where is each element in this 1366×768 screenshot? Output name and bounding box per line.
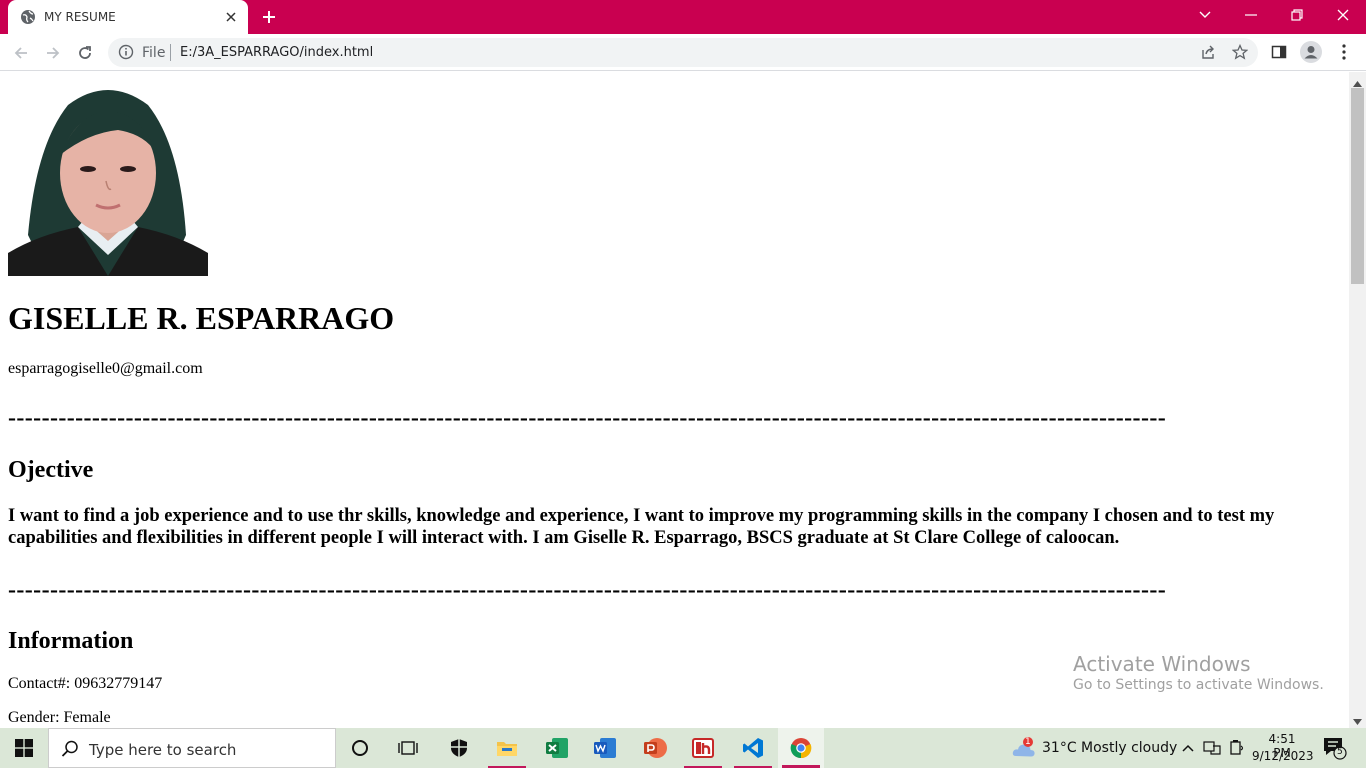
notification-count: 5 <box>1337 747 1343 757</box>
taskbar-search-box[interactable]: Type here to search <box>48 728 336 768</box>
url-scheme-label: File <box>142 45 166 61</box>
side-panel-icon[interactable] <box>1267 40 1291 64</box>
restore-button[interactable] <box>1274 0 1320 30</box>
powerpoint-icon[interactable] <box>632 728 678 768</box>
search-placeholder: Type here to search <box>89 741 237 759</box>
cortana-icon[interactable] <box>337 728 383 768</box>
language-ime-icon[interactable] <box>1202 738 1222 758</box>
section-divider: ----------------------------------------… <box>8 577 1167 603</box>
vscode-icon[interactable] <box>730 728 776 768</box>
forward-arrow-icon[interactable] <box>40 40 66 66</box>
menu-kebab-icon[interactable] <box>1332 40 1356 64</box>
excel-icon[interactable] <box>534 728 580 768</box>
page-content: GISELLE R. ESPARRAGO esparragogiselle0@g… <box>0 72 1349 728</box>
url-text[interactable]: E:/3A_ESPARRAGO/index.html <box>180 45 373 60</box>
activate-windows-title: Activate Windows <box>1073 652 1251 676</box>
bookmark-star-icon[interactable] <box>1228 40 1252 64</box>
profile-photo <box>8 85 208 276</box>
chevron-up-icon[interactable] <box>1178 738 1198 758</box>
close-button[interactable] <box>1320 0 1366 30</box>
battery-icon[interactable] <box>1227 738 1247 758</box>
info-icon[interactable] <box>118 44 134 60</box>
omnibox-separator <box>170 44 171 61</box>
scrollbar-thumb[interactable] <box>1351 88 1364 284</box>
weather-badge: 1 <box>1025 737 1031 747</box>
tab-close-icon[interactable] <box>222 8 240 26</box>
task-view-icon[interactable] <box>385 728 431 768</box>
word-icon[interactable] <box>582 728 628 768</box>
tab-title: MY RESUME <box>44 10 116 24</box>
contact-number: Contact#: 09632779147 <box>8 675 163 692</box>
new-tab-button[interactable] <box>258 6 280 28</box>
windows-start-icon[interactable] <box>0 728 48 768</box>
tab-search-icon[interactable] <box>1182 0 1228 30</box>
tab-my-resume[interactable]: MY RESUME <box>8 0 248 34</box>
objective-heading: Ojective <box>8 457 94 483</box>
globe-icon <box>20 9 36 25</box>
weather-text[interactable]: 31°C Mostly cloudy <box>1042 740 1177 756</box>
resume-email: esparragogiselle0@gmail.com <box>8 360 203 377</box>
share-icon[interactable] <box>1196 40 1220 64</box>
back-arrow-icon[interactable] <box>8 40 34 66</box>
clock-date[interactable]: 9/12/2023 <box>1252 749 1314 763</box>
profile-avatar-icon[interactable] <box>1299 40 1323 64</box>
reload-icon[interactable] <box>72 40 98 66</box>
browser-toolbar: File E:/3A_ESPARRAGO/index.html <box>0 34 1366 71</box>
vertical-scrollbar[interactable] <box>1349 72 1366 728</box>
pdf-reader-icon[interactable] <box>680 728 726 768</box>
information-heading: Information <box>8 628 134 654</box>
file-explorer-icon[interactable] <box>484 728 530 768</box>
title-bar: MY RESUME <box>0 0 1366 34</box>
activate-windows-subtitle: Go to Settings to activate Windows. <box>1073 677 1324 693</box>
gender: Gender: Female <box>8 709 111 726</box>
section-divider: ----------------------------------------… <box>8 405 1167 431</box>
resume-name-heading: GISELLE R. ESPARRAGO <box>8 300 395 336</box>
address-bar[interactable]: File E:/3A_ESPARRAGO/index.html <box>108 38 1258 67</box>
notification-center-icon[interactable]: 5 <box>1322 736 1348 760</box>
minimize-button[interactable] <box>1228 0 1274 30</box>
search-icon <box>61 740 79 763</box>
security-shield-icon[interactable] <box>436 728 482 768</box>
objective-text: I want to find a job experience and to u… <box>8 506 1275 548</box>
chrome-icon[interactable] <box>778 728 824 768</box>
windows-taskbar: Type here to search 1 31°C Mostly cloudy <box>0 728 1366 768</box>
